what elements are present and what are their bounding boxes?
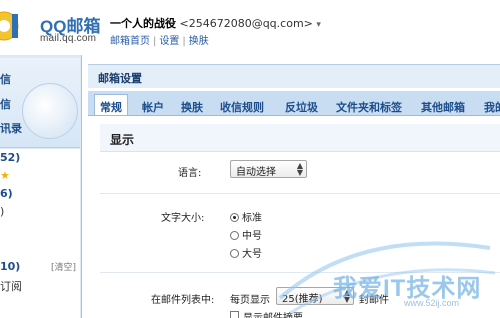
user-info: 一个人的战役 <254672080@qq.com> ▾ bbox=[110, 15, 321, 31]
radio-label: 标准 bbox=[242, 213, 262, 224]
user-email: <254672080@qq.com> bbox=[179, 17, 313, 30]
folder-item[interactable]: 52) bbox=[0, 151, 20, 164]
folder-item[interactable]: ) bbox=[0, 205, 4, 218]
sidebar-item-inbox[interactable]: 信 bbox=[0, 96, 11, 112]
user-name: 一个人的战役 bbox=[110, 17, 176, 30]
divider bbox=[100, 193, 500, 194]
folder-item-trash: 10) [清空] bbox=[0, 260, 80, 273]
sidebar-item-write[interactable]: 信 bbox=[0, 71, 11, 87]
left-sidebar: 信 信 讯录 52) ★ 6) ) 10) [清空] 订阅 bbox=[0, 55, 82, 318]
tab-my[interactable]: 我的 bbox=[484, 95, 500, 115]
font-size-medium-radio[interactable]: 中号 bbox=[230, 227, 262, 242]
sidebar-item-contacts[interactable]: 讯录 bbox=[0, 120, 22, 136]
account-dropdown-icon[interactable]: ▾ bbox=[316, 20, 321, 30]
tab-skin[interactable]: 换肤 bbox=[181, 95, 203, 115]
folder-item-subscription[interactable]: 订阅 bbox=[0, 278, 22, 294]
link-separator: | bbox=[182, 36, 186, 47]
tab-account[interactable]: 帐户 bbox=[142, 95, 164, 115]
tab-anti-spam[interactable]: 反垃圾 bbox=[285, 95, 318, 115]
section-heading: 显示 bbox=[100, 124, 500, 152]
mail-list-label: 在邮件列表中: bbox=[151, 295, 215, 306]
language-select-value: 自动选择 bbox=[236, 167, 276, 178]
radio-icon bbox=[230, 249, 239, 258]
page-title: 邮箱设置 bbox=[88, 64, 500, 88]
radio-label: 中号 bbox=[242, 231, 262, 242]
radio-checked-icon bbox=[230, 213, 239, 222]
tab-other-mailboxes[interactable]: 其他邮箱 bbox=[421, 95, 465, 115]
show-summary-checkbox[interactable] bbox=[230, 311, 239, 318]
link-separator: | bbox=[153, 36, 157, 47]
font-size-standard-radio[interactable]: 标准 bbox=[230, 209, 262, 224]
tab-receive-rules[interactable]: 收信规则 bbox=[220, 95, 264, 115]
qq-mail-logo-icon bbox=[0, 11, 19, 41]
radio-icon bbox=[230, 231, 239, 240]
settings-link[interactable]: 设置 bbox=[159, 36, 179, 47]
star-icon[interactable]: ★ bbox=[0, 169, 10, 182]
tab-general[interactable]: 常规 bbox=[94, 94, 128, 115]
sidebar-nav: 信 信 讯录 bbox=[0, 58, 80, 148]
header: QQ邮箱 mail.qq.com 一个人的战役 <254672080@qq.co… bbox=[0, 0, 500, 52]
logo-subtitle: mail.qq.com bbox=[40, 33, 97, 44]
language-select[interactable]: 自动选择 ▲ ▼ bbox=[230, 160, 307, 178]
font-size-large-radio[interactable]: 大号 bbox=[230, 245, 262, 260]
per-page-label: 每页显示 bbox=[230, 295, 270, 306]
folder-list: 52) ★ 6) ) 10) [清空] 订阅 bbox=[0, 149, 80, 318]
settings-tabs: 常规 帐户 换肤 收信规则 反垃圾 文件夹和标签 其他邮箱 我的 bbox=[88, 91, 500, 116]
select-arrows-icon: ▲ ▼ bbox=[296, 161, 303, 177]
clear-trash-link[interactable]: [清空] bbox=[51, 260, 76, 273]
folder-item[interactable]: 6) bbox=[0, 187, 13, 200]
font-size-label: 文字大小: bbox=[161, 213, 205, 224]
watermark-url: www.52ij.com bbox=[404, 298, 460, 308]
change-skin-link[interactable]: 换肤 bbox=[189, 36, 209, 47]
radio-label: 大号 bbox=[242, 249, 262, 260]
tab-folders-and-labels[interactable]: 文件夹和标签 bbox=[336, 95, 402, 115]
top-links: 邮箱首页 | 设置 | 换肤 bbox=[110, 32, 209, 47]
decorative-avatar-icon bbox=[22, 83, 78, 139]
folder-item-count[interactable]: 10) bbox=[0, 260, 20, 273]
language-label: 语言: bbox=[178, 168, 202, 179]
mailbox-home-link[interactable]: 邮箱首页 bbox=[110, 36, 150, 47]
